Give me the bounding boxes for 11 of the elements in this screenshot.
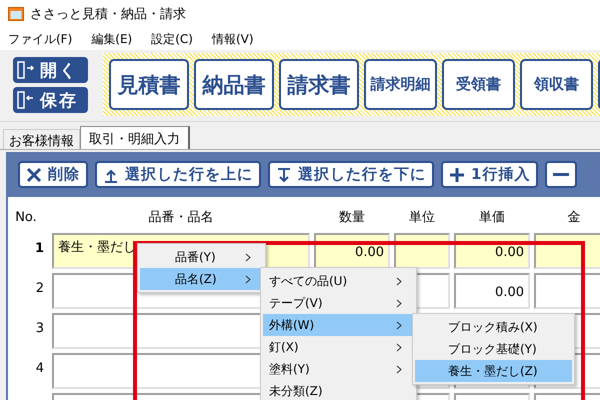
row-number: 3 [34, 320, 45, 338]
column-header: 単位 [408, 209, 436, 226]
window-title: ささっと見積・納品・請求 [30, 6, 186, 23]
row-number: 2 [34, 280, 45, 298]
column-header: No. [14, 210, 38, 224]
column-header: 金 [566, 209, 582, 226]
row-number: 1 [34, 240, 45, 258]
column-header: 品番・品名 [148, 209, 214, 226]
row-number: 4 [34, 360, 45, 378]
column-header: 数量 [338, 209, 366, 226]
column-header: 単価 [478, 209, 506, 226]
